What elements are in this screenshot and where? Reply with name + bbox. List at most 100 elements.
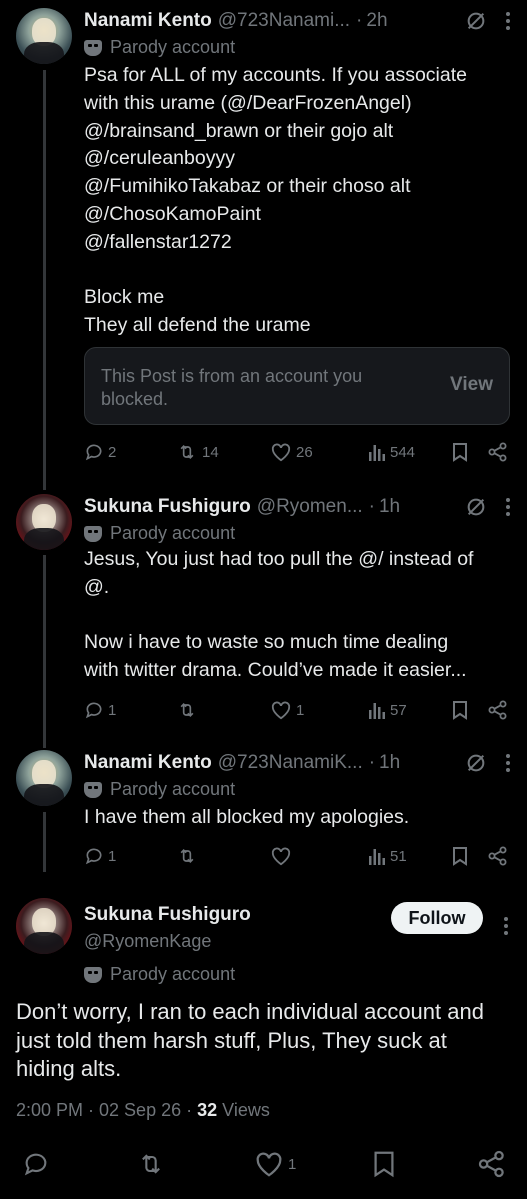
reply-count: 1 <box>108 847 117 865</box>
avatar[interactable] <box>16 898 72 954</box>
more-icon[interactable] <box>505 11 511 31</box>
views-label: Views <box>217 1100 270 1120</box>
views-button[interactable]: 57 <box>368 698 407 722</box>
author-name[interactable]: Sukuna Fushiguro <box>84 904 251 926</box>
reply-icon <box>85 444 102 461</box>
repost-button[interactable] <box>176 844 202 868</box>
post-meta: 2:00 PM · 02 Sep 26 · 32 Views <box>16 1100 270 1121</box>
parody-mask-icon <box>84 781 102 798</box>
repost-button[interactable]: 14 <box>176 440 219 464</box>
views-count: 51 <box>390 847 407 865</box>
more-icon[interactable] <box>505 497 511 517</box>
bookmark-button[interactable] <box>372 1150 396 1178</box>
author-handle[interactable]: @723NanamiK... <box>218 752 363 774</box>
reply-button[interactable]: 1 <box>84 698 116 722</box>
like-button[interactable]: 1 <box>270 698 304 722</box>
share-button[interactable] <box>488 698 508 722</box>
bookmark-icon <box>453 847 467 866</box>
share-icon <box>488 442 507 462</box>
share-icon <box>488 846 507 866</box>
post-time[interactable]: 2h <box>366 10 387 32</box>
reply-button[interactable]: 1 <box>84 844 116 868</box>
reply-count: 1 <box>108 701 117 719</box>
views-button[interactable]: 51 <box>368 844 407 868</box>
author-name[interactable]: Nanami Kento <box>84 752 212 774</box>
bookmark-button[interactable] <box>452 698 468 722</box>
repost-icon <box>142 1154 160 1174</box>
views-icon <box>369 445 385 461</box>
like-count: 26 <box>296 443 313 461</box>
repost-button[interactable] <box>136 1150 166 1178</box>
reply-button[interactable] <box>22 1150 50 1178</box>
like-button[interactable]: 26 <box>270 440 313 464</box>
reply-count: 2 <box>108 443 117 461</box>
parody-label: Parody account <box>84 523 235 544</box>
post[interactable]: Sukuna Fushiguro @Ryomen... · 1h Parody … <box>0 486 527 726</box>
author-name[interactable]: Nanami Kento <box>84 10 212 32</box>
post[interactable]: Nanami Kento @723NanamiK... · 1h Parody … <box>0 742 527 882</box>
separator: · <box>356 10 363 31</box>
post-text: Jesus, You just had too pull the @/ inst… <box>84 548 474 682</box>
follow-button[interactable]: Follow <box>391 902 483 934</box>
parody-mask-icon <box>84 39 102 56</box>
reply-button[interactable]: 2 <box>84 440 116 464</box>
post-text: Don’t worry, I ran to each individual ac… <box>16 999 484 1081</box>
author-handle[interactable]: @RyomenKage <box>84 931 211 952</box>
repost-icon <box>180 444 194 460</box>
avatar[interactable] <box>16 750 72 806</box>
like-count: 1 <box>296 701 305 719</box>
post-text: Psa for ALL of my accounts. If you assoc… <box>84 64 467 337</box>
action-bar: 1 51 <box>84 844 511 868</box>
reply-icon <box>24 1153 47 1176</box>
blocked-post-notice[interactable]: This Post is from an account you blocked… <box>84 347 510 425</box>
action-bar: 2 14 26 544 <box>84 440 511 464</box>
like-button[interactable] <box>270 844 296 868</box>
parody-label: Parody account <box>84 964 235 985</box>
author-name[interactable]: Sukuna Fushiguro <box>84 496 251 518</box>
more-icon[interactable] <box>505 753 511 773</box>
parody-label: Parody account <box>84 37 235 58</box>
post-text: I have them all blocked my apologies. <box>84 806 410 828</box>
share-button[interactable] <box>478 1150 506 1178</box>
timestamp[interactable]: 2:00 PM · 02 Sep 26 · <box>16 1100 197 1120</box>
bookmark-icon <box>374 1151 394 1178</box>
post[interactable]: Nanami Kento @723Nanami... · 2h Parody a… <box>0 0 527 480</box>
mute-icon[interactable] <box>465 10 487 32</box>
parody-mask-icon <box>84 525 102 542</box>
mute-icon[interactable] <box>465 752 487 774</box>
views-count: 544 <box>390 443 416 461</box>
avatar[interactable] <box>16 8 72 64</box>
parody-mask-icon <box>84 966 102 983</box>
bookmark-button[interactable] <box>452 844 468 868</box>
author-handle[interactable]: @Ryomen... <box>257 496 363 518</box>
separator: · <box>368 496 375 517</box>
share-button[interactable] <box>488 844 508 868</box>
like-icon <box>256 1152 282 1177</box>
separator: · <box>368 752 376 773</box>
views-icon <box>369 703 385 719</box>
author-handle[interactable]: @723Nanami... <box>218 10 350 32</box>
parody-label: Parody account <box>84 779 235 800</box>
share-icon <box>478 1150 504 1178</box>
post-time[interactable]: 1h <box>379 496 400 518</box>
views-button[interactable]: 544 <box>368 440 415 464</box>
notice-text: This Post is from an account you blocked… <box>101 366 363 409</box>
share-button[interactable] <box>488 440 508 464</box>
repost-button[interactable] <box>176 698 202 722</box>
like-button[interactable]: 1 <box>254 1150 296 1178</box>
views-count: 32 <box>197 1100 218 1120</box>
avatar[interactable] <box>16 494 72 550</box>
more-icon[interactable] <box>503 916 509 936</box>
post-time[interactable]: 1h <box>379 752 400 774</box>
like-icon <box>271 443 291 462</box>
bookmark-icon <box>453 701 467 720</box>
repost-icon <box>180 848 194 864</box>
views-count: 57 <box>390 701 407 719</box>
view-button[interactable]: View <box>450 374 493 396</box>
views-icon <box>369 849 385 865</box>
bookmark-button[interactable] <box>452 440 468 464</box>
mute-icon[interactable] <box>465 496 487 518</box>
share-icon <box>488 700 507 720</box>
repost-count: 14 <box>202 443 219 461</box>
like-icon <box>271 701 291 720</box>
